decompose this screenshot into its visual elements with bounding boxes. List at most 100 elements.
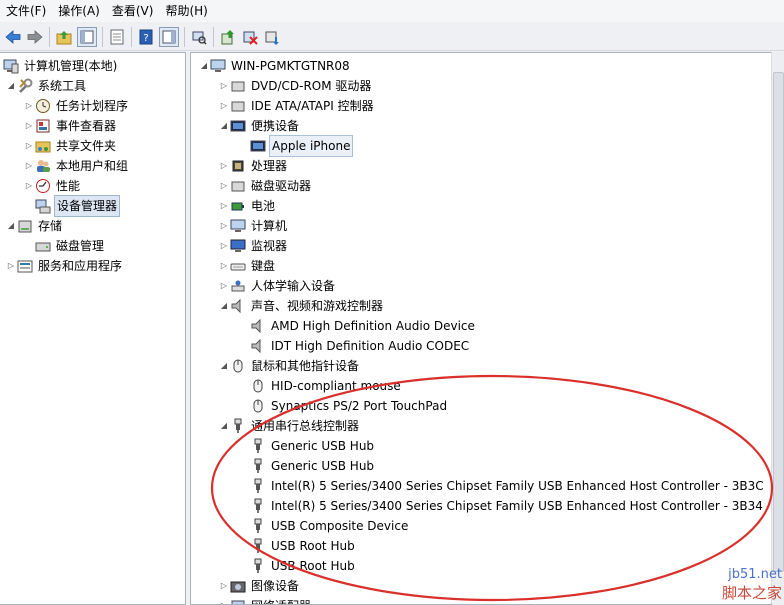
device-category-row[interactable]: ◢ 声音、视频和游戏控制器 bbox=[219, 296, 385, 316]
device-row[interactable]: USB Root Hub bbox=[249, 536, 357, 556]
device-category-label: DVD/CD-ROM 驱动器 bbox=[251, 79, 372, 93]
collapse-arrow-icon[interactable]: ◢ bbox=[199, 56, 209, 76]
expand-arrow-icon[interactable]: ▷ bbox=[24, 136, 34, 156]
tree-item-storage[interactable]: ◢ 存储 bbox=[6, 216, 64, 236]
device-category-label: 便携设备 bbox=[251, 119, 300, 133]
toolbar-separator bbox=[102, 26, 103, 47]
event-viewer-icon bbox=[35, 118, 51, 134]
device-category-row[interactable]: ▷ 处理器 bbox=[219, 156, 289, 176]
expand-arrow-icon[interactable]: ▷ bbox=[219, 596, 229, 604]
action-pane-icon[interactable] bbox=[159, 26, 179, 47]
device-category-row[interactable]: ▷ 监视器 bbox=[219, 236, 289, 256]
device-category-row[interactable]: ▷ 网络适配器 bbox=[219, 596, 313, 604]
help-icon[interactable]: ? bbox=[137, 28, 155, 46]
update-driver-icon[interactable] bbox=[219, 28, 237, 46]
menu-action[interactable]: 操作(A) bbox=[52, 0, 106, 22]
disk-management-icon bbox=[35, 238, 51, 254]
device-category-row[interactable]: ▷ 电池 bbox=[219, 196, 277, 216]
device-category-label: 磁盘驱动器 bbox=[251, 179, 312, 193]
expand-arrow-icon[interactable]: ▷ bbox=[219, 96, 229, 116]
menu-file[interactable]: 文件(F) bbox=[0, 0, 52, 22]
collapse-arrow-icon[interactable]: ◢ bbox=[219, 116, 229, 136]
device-row[interactable]: Synaptics PS/2 Port TouchPad bbox=[249, 396, 449, 416]
collapse-arrow-icon[interactable]: ◢ bbox=[6, 76, 16, 96]
expand-arrow-icon[interactable]: ▷ bbox=[219, 76, 229, 96]
expand-arrow-icon[interactable]: ▷ bbox=[219, 236, 229, 256]
menu-help[interactable]: 帮助(H) bbox=[159, 0, 213, 22]
tree-item-services-apps[interactable]: ▷ 服务和应用程序 bbox=[6, 256, 124, 276]
menu-view[interactable]: 查看(V) bbox=[106, 0, 160, 22]
performance-icon bbox=[35, 178, 51, 194]
device-row[interactable]: IDT High Definition Audio CODEC bbox=[249, 336, 471, 356]
tree-item-computer-root[interactable]: ◢ WIN-PGMKTGTNR08 bbox=[199, 56, 352, 76]
uninstall-device-icon[interactable] bbox=[263, 28, 281, 46]
tree-item-device-manager[interactable]: 设备管理器 bbox=[34, 195, 121, 217]
expand-arrow-icon[interactable]: ▷ bbox=[219, 196, 229, 216]
battery-icon bbox=[230, 198, 246, 214]
device-row[interactable]: HID-compliant mouse bbox=[249, 376, 403, 396]
device-label: USB Root Hub bbox=[271, 539, 355, 553]
mouse-icon bbox=[250, 378, 266, 394]
sound-icon bbox=[230, 298, 246, 314]
device-category-row[interactable]: ▷ IDE ATA/ATAPI 控制器 bbox=[219, 96, 376, 116]
device-tree-pane[interactable]: ◢ WIN-PGMKTGTNR08 ▷ DVD/CD-ROM 驱动器 ▷ IDE AT… bbox=[190, 52, 772, 605]
disable-device-icon[interactable] bbox=[241, 28, 259, 46]
collapse-arrow-icon[interactable]: ◢ bbox=[6, 216, 16, 236]
show-hide-tree-icon[interactable] bbox=[77, 26, 97, 47]
collapse-arrow-icon[interactable]: ◢ bbox=[219, 356, 229, 376]
device-row[interactable]: Intel(R) 5 Series/3400 Series Chipset Fa… bbox=[249, 476, 766, 496]
device-row[interactable]: Generic USB Hub bbox=[249, 456, 376, 476]
tree-item-local-users[interactable]: ▷ 本地用户和组 bbox=[24, 156, 130, 176]
expand-arrow-icon[interactable]: ▷ bbox=[6, 256, 16, 276]
up-folder-icon[interactable] bbox=[55, 28, 73, 46]
scrollbar-thumb[interactable] bbox=[773, 72, 784, 572]
device-row[interactable]: AMD High Definition Audio Device bbox=[249, 316, 477, 336]
expand-arrow-icon[interactable]: ▷ bbox=[219, 176, 229, 196]
tree-item-shared-folders[interactable]: ▷ 共享文件夹 bbox=[24, 136, 118, 156]
console-tree-pane[interactable]: 计算机管理(本地) ◢ 系统工具 ▷ 任务计划程序 ▷ 事件查看器 ▷ 共享文件… bbox=[0, 52, 186, 605]
device-label: USB Root Hub bbox=[271, 559, 355, 573]
device-category-row[interactable]: ▷ DVD/CD-ROM 驱动器 bbox=[219, 76, 373, 96]
device-category-row[interactable]: ◢ 便携设备 bbox=[219, 116, 301, 136]
expand-arrow-icon[interactable]: ▷ bbox=[24, 96, 34, 116]
device-category-label: 网络适配器 bbox=[249, 596, 313, 604]
tree-item-computer-management[interactable]: 计算机管理(本地) bbox=[2, 56, 119, 76]
collapse-arrow-icon[interactable]: ◢ bbox=[219, 296, 229, 316]
phone-device-icon bbox=[250, 138, 266, 154]
tree-item-system-tools[interactable]: ◢ 系统工具 bbox=[6, 76, 88, 96]
forward-arrow-icon[interactable] bbox=[26, 28, 44, 46]
device-category-row[interactable]: ◢ 鼠标和其他指针设备 bbox=[219, 356, 361, 376]
tree-item-event-viewer[interactable]: ▷ 事件查看器 bbox=[24, 116, 118, 136]
expand-arrow-icon[interactable]: ▷ bbox=[24, 156, 34, 176]
expand-arrow-icon[interactable]: ▷ bbox=[219, 576, 229, 596]
tree-item-disk-management[interactable]: 磁盘管理 bbox=[34, 236, 106, 256]
device-category-row[interactable]: ▷ 图像设备 bbox=[219, 576, 301, 596]
device-category-row[interactable]: ▷ 人体学输入设备 bbox=[219, 276, 337, 296]
tree-item-performance[interactable]: ▷ 性能 bbox=[24, 176, 82, 196]
collapse-arrow-icon[interactable]: ◢ bbox=[219, 416, 229, 436]
properties-icon[interactable] bbox=[108, 28, 126, 46]
expand-arrow-icon[interactable]: ▷ bbox=[24, 176, 34, 196]
expand-arrow-icon[interactable]: ▷ bbox=[219, 156, 229, 176]
device-label: Intel(R) 5 Series/3400 Series Chipset Fa… bbox=[271, 499, 763, 513]
expand-arrow-icon[interactable]: ▷ bbox=[219, 256, 229, 276]
device-row[interactable]: USB Root Hub bbox=[249, 556, 357, 576]
device-category-row[interactable]: ◢ 通用串行总线控制器 bbox=[219, 416, 361, 436]
device-row[interactable]: Generic USB Hub bbox=[249, 436, 376, 456]
expand-arrow-icon[interactable]: ▷ bbox=[219, 216, 229, 236]
device-category-row[interactable]: ▷ 磁盘驱动器 bbox=[219, 176, 313, 196]
back-arrow-icon[interactable] bbox=[4, 28, 22, 46]
tree-item-task-scheduler[interactable]: ▷ 任务计划程序 bbox=[24, 96, 130, 116]
device-row[interactable]: Apple iPhone bbox=[249, 135, 354, 157]
expand-arrow-icon[interactable]: ▷ bbox=[219, 276, 229, 296]
vertical-scrollbar[interactable] bbox=[771, 52, 784, 603]
device-row[interactable]: Intel(R) 5 Series/3400 Series Chipset Fa… bbox=[249, 496, 765, 516]
scan-hardware-icon[interactable] bbox=[190, 28, 208, 46]
device-label: HID-compliant mouse bbox=[271, 379, 401, 393]
device-row[interactable]: USB Composite Device bbox=[249, 516, 410, 536]
users-icon bbox=[35, 158, 51, 174]
device-category-row[interactable]: ▷ 键盘 bbox=[219, 256, 277, 276]
device-category-row[interactable]: ▷ 计算机 bbox=[219, 216, 289, 236]
expand-arrow-icon[interactable]: ▷ bbox=[24, 116, 34, 136]
tools-icon bbox=[17, 78, 33, 94]
